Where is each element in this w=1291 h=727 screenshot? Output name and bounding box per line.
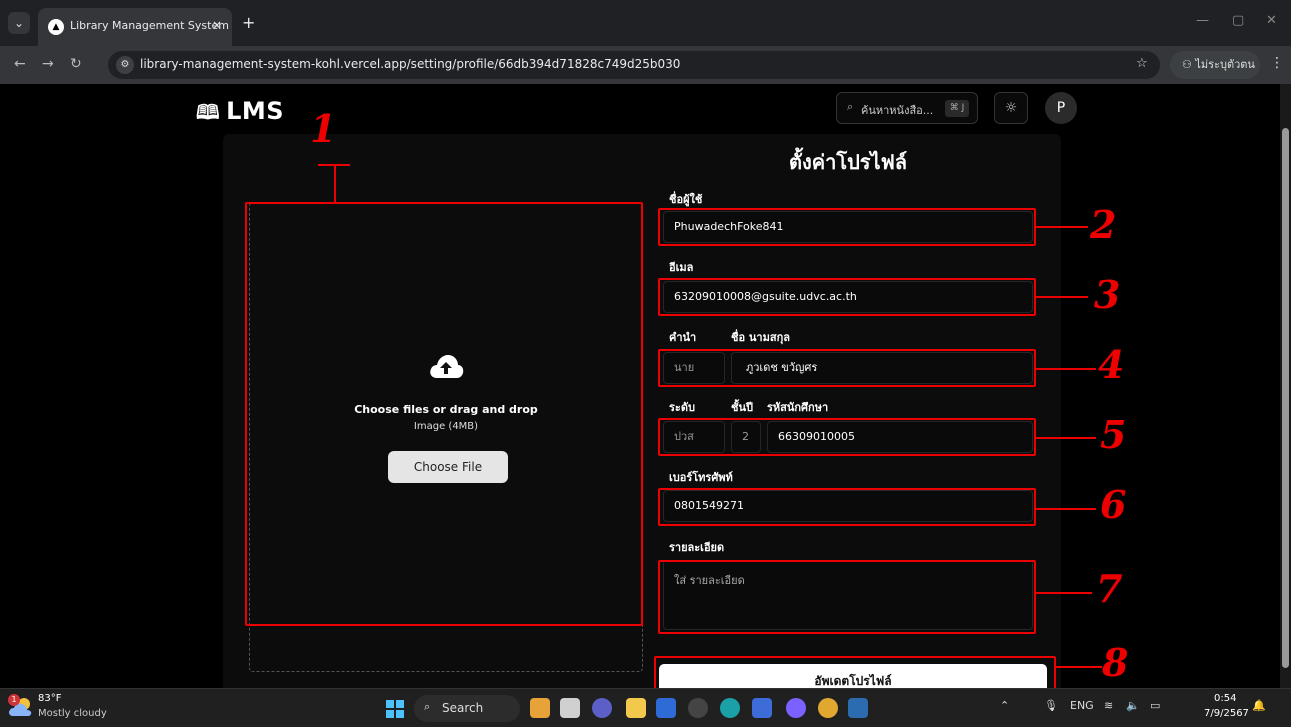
url-text: library-management-system-kohl.vercel.ap… bbox=[140, 57, 681, 71]
taskbar-app-icon[interactable] bbox=[530, 698, 550, 718]
minimize-icon[interactable]: — bbox=[1196, 13, 1209, 28]
annotation-line-7 bbox=[1036, 592, 1092, 594]
site-info-icon[interactable]: ⚙ bbox=[116, 56, 134, 74]
tray-mic-icon[interactable]: 🎙 bbox=[1044, 699, 1058, 712]
level-label: ระดับ bbox=[669, 401, 695, 414]
maximize-icon[interactable]: ▢ bbox=[1232, 13, 1244, 28]
annotation-number-8: 8 bbox=[1102, 640, 1129, 685]
profile-label: ไม่ระบุตัวตน bbox=[1195, 58, 1255, 71]
chat-icon[interactable] bbox=[592, 698, 612, 718]
task-view-icon[interactable] bbox=[560, 698, 580, 718]
annotation-number-6: 6 bbox=[1100, 482, 1127, 527]
close-window-icon[interactable]: ✕ bbox=[1266, 13, 1277, 28]
bookmark-star-icon[interactable]: ☆ bbox=[1136, 56, 1148, 71]
volume-icon[interactable]: 🔈 bbox=[1126, 699, 1140, 712]
windows-start-icon[interactable] bbox=[386, 700, 404, 718]
annotation-box-8 bbox=[654, 656, 1056, 688]
page-scrollbar[interactable] bbox=[1280, 84, 1291, 688]
logo-text: LMS bbox=[226, 97, 285, 125]
wifi-icon[interactable]: ≋ bbox=[1104, 699, 1113, 712]
annotation-number-4: 4 bbox=[1098, 342, 1125, 387]
chrome-icon[interactable] bbox=[818, 698, 838, 718]
fullname-label: ชื่อ นามสกุล bbox=[731, 331, 790, 344]
file-explorer-icon[interactable] bbox=[626, 698, 646, 718]
phone-label: เบอร์โทรศัพท์ bbox=[669, 471, 733, 484]
email-label: อีเมล bbox=[669, 261, 694, 274]
page-content: 🕮 LMS ⌕ ค้นหาหนังสือ... ⌘ J ☼ P ตั้งค่าโป… bbox=[0, 84, 1280, 688]
app-logo[interactable]: 🕮 LMS bbox=[196, 97, 284, 132]
messenger-icon[interactable] bbox=[786, 698, 806, 718]
search-shortcut: ⌘ J bbox=[945, 100, 969, 117]
annotation-box-7 bbox=[658, 560, 1036, 634]
tab-search-menu-icon[interactable]: ⌄ bbox=[8, 12, 30, 34]
book-search-button[interactable]: ⌕ ค้นหาหนังสือ... ⌘ J bbox=[836, 92, 978, 124]
annotation-number-7: 7 bbox=[1096, 566, 1123, 611]
annotation-number-2: 2 bbox=[1090, 202, 1117, 247]
taskbar-search[interactable]: ⌕ Search bbox=[414, 695, 520, 722]
weather-temp[interactable]: 83°F bbox=[38, 693, 61, 704]
forward-icon[interactable]: → bbox=[42, 56, 54, 72]
browser-menu-icon[interactable]: ⋮ bbox=[1270, 55, 1284, 71]
annotation-line-3 bbox=[1036, 296, 1088, 298]
weather-badge: 1 bbox=[8, 694, 20, 706]
tab-close-icon[interactable]: × bbox=[212, 18, 222, 32]
incognito-profile-button[interactable]: ⚇ ไม่ระบุตัวตน bbox=[1170, 51, 1260, 79]
annotation-line-5 bbox=[1036, 437, 1096, 439]
reload-icon[interactable]: ↻ bbox=[70, 56, 82, 72]
address-bar[interactable]: ⚙ library-management-system-kohl.vercel.… bbox=[108, 51, 1160, 79]
annotation-number-3: 3 bbox=[1094, 272, 1121, 317]
input-language[interactable]: ENG bbox=[1070, 699, 1094, 712]
username-label: ชื่อผู้ใช้ bbox=[669, 193, 703, 206]
browser-toolbar: ← → ↻ ⚙ library-management-system-kohl.v… bbox=[0, 46, 1291, 84]
prefix-label: คำนำ bbox=[669, 331, 697, 344]
annotation-box-1 bbox=[245, 202, 643, 626]
new-tab-icon[interactable]: + bbox=[242, 13, 255, 32]
annotation-tick-1 bbox=[318, 164, 350, 166]
user-avatar[interactable]: P bbox=[1045, 92, 1077, 124]
weather-desc[interactable]: Mostly cloudy bbox=[38, 708, 107, 719]
tab-title: Library Management System bbox=[70, 19, 229, 32]
scrollbar-thumb[interactable] bbox=[1282, 128, 1289, 668]
annotation-line-4 bbox=[1036, 368, 1096, 370]
app-icon-dark[interactable] bbox=[688, 698, 708, 718]
theme-toggle-sun-icon[interactable]: ☼ bbox=[994, 92, 1028, 124]
annotation-line-6 bbox=[1036, 508, 1096, 510]
student-id-label: รหัสนักศึกษา bbox=[767, 401, 829, 414]
search-icon: ⌕ bbox=[424, 700, 431, 713]
year-label: ชั้นปี bbox=[731, 401, 753, 414]
annotation-box-3 bbox=[658, 278, 1036, 316]
search-placeholder: ค้นหาหนังสือ... bbox=[861, 104, 934, 117]
store-icon[interactable] bbox=[656, 698, 676, 718]
app-icon-blue[interactable] bbox=[752, 698, 772, 718]
annotation-box-5 bbox=[658, 418, 1036, 456]
search-icon: ⌕ bbox=[847, 100, 854, 113]
app-icon-tool[interactable] bbox=[848, 698, 868, 718]
page-title: ตั้งค่าโปรไฟล์ bbox=[789, 150, 908, 174]
incognito-icon: ⚇ bbox=[1182, 58, 1196, 71]
taskbar-search-label: Search bbox=[442, 701, 484, 715]
annotation-box-2 bbox=[658, 208, 1036, 246]
annotation-box-6 bbox=[658, 488, 1036, 526]
annotation-box-4 bbox=[658, 349, 1036, 387]
browser-tab[interactable]: ▲ Library Management System × bbox=[38, 8, 232, 46]
annotation-line-1 bbox=[334, 164, 336, 202]
annotation-line-2 bbox=[1036, 226, 1088, 228]
tab-favicon-icon: ▲ bbox=[48, 19, 64, 35]
windows-taskbar: 1 83°F Mostly cloudy ⌕ Search ⌃ 🎙 ENG ≋ … bbox=[0, 688, 1291, 727]
annotation-line-8 bbox=[1056, 666, 1102, 668]
edge-icon[interactable] bbox=[720, 698, 740, 718]
back-icon[interactable]: ← bbox=[14, 56, 26, 72]
clock-date[interactable]: 7/9/2567 bbox=[1204, 708, 1249, 719]
notification-bell-icon[interactable]: 🔔 bbox=[1252, 699, 1266, 712]
clock-time[interactable]: 0:54 bbox=[1214, 693, 1236, 704]
browser-tab-bar: ⌄ ▲ Library Management System × + — ▢ ✕ bbox=[0, 0, 1291, 46]
battery-icon[interactable]: ▭ bbox=[1150, 699, 1160, 712]
annotation-number-1: 1 bbox=[310, 106, 337, 151]
book-icon: 🕮 bbox=[196, 100, 221, 124]
details-label: รายละเอียด bbox=[669, 541, 725, 554]
tray-overflow-icon[interactable]: ⌃ bbox=[1000, 699, 1009, 712]
annotation-number-5: 5 bbox=[1100, 412, 1127, 457]
